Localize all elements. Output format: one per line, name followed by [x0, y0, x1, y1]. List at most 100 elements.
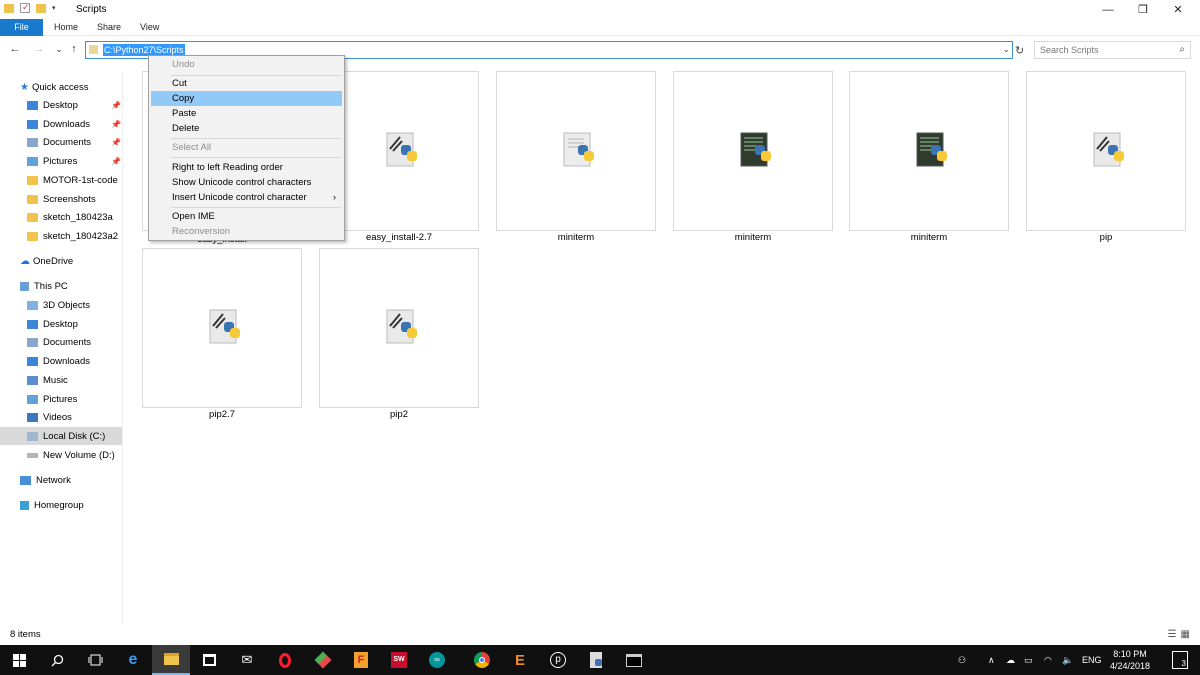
sidebar-item-local-disk-c[interactable]: Local Disk (C:): [0, 427, 122, 445]
taskbar-app-fritzing[interactable]: F: [342, 645, 380, 675]
taskbar-app-python-file[interactable]: [577, 645, 615, 675]
menu-item-cut[interactable]: Cut: [151, 76, 342, 91]
search-box[interactable]: ⌕: [1034, 41, 1191, 59]
file-name[interactable]: pip: [1026, 232, 1186, 243]
file-name[interactable]: miniterm: [849, 232, 1009, 243]
sidebar-item-pc-desktop[interactable]: Desktop: [0, 315, 122, 333]
file-tile[interactable]: [496, 71, 656, 231]
file-name[interactable]: miniterm: [496, 232, 656, 243]
sidebar-item-documents[interactable]: Documents 📌: [0, 133, 122, 151]
onedrive-tray-icon[interactable]: ☁: [1006, 645, 1015, 675]
sidebar-item-label: New Volume (D:): [43, 449, 115, 461]
sidebar-item-network[interactable]: Network: [0, 471, 122, 489]
sidebar-item-pc-pictures[interactable]: Pictures: [0, 390, 122, 408]
taskbar-app-mail[interactable]: ✉: [228, 645, 266, 675]
taskbar-app-edge[interactable]: e: [114, 645, 152, 675]
taskbar-app-solidworks[interactable]: SW: [380, 645, 418, 675]
details-view-icon[interactable]: ☰: [1168, 629, 1181, 640]
menu-item-undo[interactable]: Undo: [151, 57, 342, 72]
sidebar-item-onedrive[interactable]: ☁ OneDrive: [0, 252, 122, 270]
sidebar-item-sketch-180423a[interactable]: sketch_180423a: [0, 208, 122, 226]
file-name[interactable]: pip2.7: [142, 409, 302, 420]
tab-share[interactable]: Share: [89, 19, 129, 36]
quick-access-toolbar: ✓ ▾: [4, 2, 56, 13]
volume-icon[interactable]: 🔈: [1062, 645, 1073, 675]
sidebar-item-pictures[interactable]: Pictures 📌: [0, 152, 122, 170]
sidebar-item-homegroup[interactable]: Homegroup: [0, 496, 122, 514]
address-dropdown-icon[interactable]: ⌄: [1002, 44, 1010, 55]
python-script-icon: [209, 309, 240, 344]
wifi-icon[interactable]: ◠: [1044, 645, 1052, 675]
sidebar-item-downloads[interactable]: Downloads 📌: [0, 115, 122, 133]
menu-item-show-unicode[interactable]: Show Unicode control characters: [151, 175, 342, 190]
sidebar-item-this-pc[interactable]: This PC: [0, 277, 122, 295]
menu-item-reconversion[interactable]: Reconversion: [151, 224, 342, 239]
customize-toolbar-icon[interactable]: ▾: [52, 4, 56, 12]
sidebar-item-videos[interactable]: Videos: [0, 408, 122, 426]
file-tile[interactable]: [1026, 71, 1186, 231]
menu-item-paste[interactable]: Paste: [151, 106, 342, 121]
clock-time: 8:10 PM: [1113, 649, 1147, 659]
properties-icon[interactable]: ✓: [20, 2, 30, 13]
sidebar-item-pc-downloads[interactable]: Downloads: [0, 352, 122, 370]
tray-app-icon[interactable]: ▭: [1024, 645, 1033, 675]
file-tile[interactable]: [673, 71, 833, 231]
sidebar-item-sketch-180423a2[interactable]: sketch_180423a2: [0, 227, 122, 245]
chevron-down-icon: ⌄: [55, 44, 63, 54]
taskbar-app-chrome[interactable]: [463, 645, 501, 675]
file-name[interactable]: pip2: [319, 409, 479, 420]
people-icon[interactable]: ⚇: [958, 645, 966, 675]
recent-locations-button[interactable]: ⌄: [52, 42, 66, 56]
menu-item-copy[interactable]: Copy: [151, 91, 342, 106]
sidebar-item-motor-1st-code[interactable]: MOTOR-1st-code: [0, 171, 122, 189]
file-name[interactable]: miniterm: [673, 232, 833, 243]
tab-file[interactable]: File: [0, 19, 43, 36]
large-icons-view-icon[interactable]: ▦: [1181, 629, 1194, 640]
taskbar-app-file-explorer[interactable]: [152, 645, 190, 675]
folder-icon: [27, 194, 38, 204]
sidebar-item-pc-documents[interactable]: Documents: [0, 333, 122, 351]
taskbar-app-pinned[interactable]: [304, 645, 342, 675]
store-icon: [202, 654, 216, 666]
forward-button[interactable]: →: [32, 42, 46, 56]
taskbar-app-opera[interactable]: [266, 645, 304, 675]
menu-item-select-all[interactable]: Select All: [151, 140, 342, 155]
cloud-icon: ☁: [20, 255, 30, 267]
close-button[interactable]: ✕: [1155, 0, 1200, 19]
sidebar-item-music[interactable]: Music: [0, 371, 122, 389]
sidebar-item-screenshots[interactable]: Screenshots: [0, 190, 122, 208]
clock[interactable]: 8:10 PM 4/24/2018: [1102, 648, 1158, 672]
taskbar-app-command-prompt[interactable]: [615, 645, 653, 675]
menu-item-delete[interactable]: Delete: [151, 121, 342, 136]
close-icon: ✕: [1173, 4, 1183, 16]
task-view-button[interactable]: [76, 645, 114, 675]
file-tile[interactable]: [319, 248, 479, 408]
sidebar-item-desktop[interactable]: Desktop 📌: [0, 96, 122, 114]
file-tile[interactable]: [849, 71, 1009, 231]
taskbar-app-processing[interactable]: p: [539, 645, 577, 675]
refresh-button[interactable]: ↻: [1015, 44, 1024, 57]
language-indicator[interactable]: ENG: [1082, 645, 1102, 675]
menu-item-rtl-reading-order[interactable]: Right to left Reading order: [151, 160, 342, 175]
back-button[interactable]: ←: [8, 42, 22, 56]
sidebar-item-new-volume-d[interactable]: New Volume (D:): [0, 446, 122, 464]
tab-home[interactable]: Home: [46, 19, 86, 36]
search-taskbar-button[interactable]: [38, 645, 76, 675]
show-hidden-icons[interactable]: ∧: [988, 645, 995, 675]
submenu-arrow-icon: ›: [333, 192, 336, 202]
taskbar-app-eagle[interactable]: E: [501, 645, 539, 675]
menu-item-open-ime[interactable]: Open IME: [151, 209, 342, 224]
search-input[interactable]: [1035, 42, 1165, 58]
taskbar-app-arduino[interactable]: ∞: [418, 645, 456, 675]
file-tile[interactable]: [142, 248, 302, 408]
menu-item-insert-unicode[interactable]: Insert Unicode control character ›: [151, 190, 342, 205]
tab-view[interactable]: View: [132, 19, 167, 36]
sidebar-item-3d-objects[interactable]: 3D Objects: [0, 296, 122, 314]
sidebar-item-label: Downloads: [43, 118, 90, 130]
new-folder-icon[interactable]: [36, 3, 46, 13]
action-center-button[interactable]: 3: [1172, 651, 1188, 669]
up-button[interactable]: ↑: [67, 42, 81, 56]
documents-icon: [27, 137, 38, 147]
taskbar-app-store[interactable]: [190, 645, 228, 675]
start-button[interactable]: [0, 645, 38, 675]
